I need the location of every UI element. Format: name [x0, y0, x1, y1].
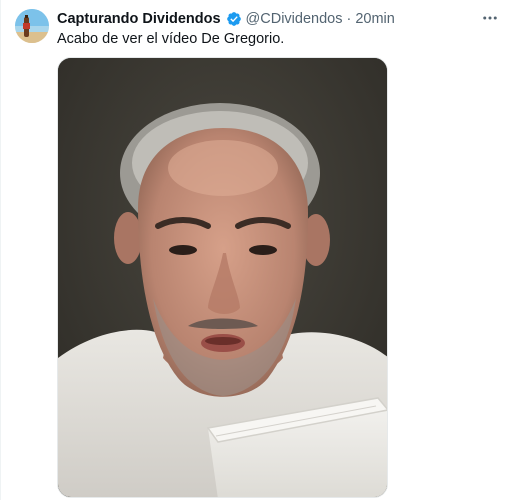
more-options-button[interactable] [478, 8, 502, 28]
avatar-beach-photo-icon [15, 9, 49, 43]
separator-dot: · [346, 11, 352, 27]
tweet-text: Acabo de ver el vídeo De Gregorio. [57, 31, 285, 47]
tweet-header: Capturando Dividendos @CDividendos · 20m… [57, 9, 395, 29]
author-avatar[interactable] [15, 9, 49, 43]
author-display-name[interactable]: Capturando Dividendos [57, 11, 221, 27]
author-handle[interactable]: @CDividendos [246, 11, 343, 27]
selfie-photo-image [58, 58, 387, 497]
tweet-card[interactable]: Capturando Dividendos @CDividendos · 20m… [0, 0, 512, 500]
tweet-timestamp[interactable]: 20min [355, 11, 395, 27]
tweet-photo[interactable] [57, 57, 388, 498]
more-horizontal-icon [483, 16, 497, 20]
verified-badge-icon [226, 12, 241, 26]
